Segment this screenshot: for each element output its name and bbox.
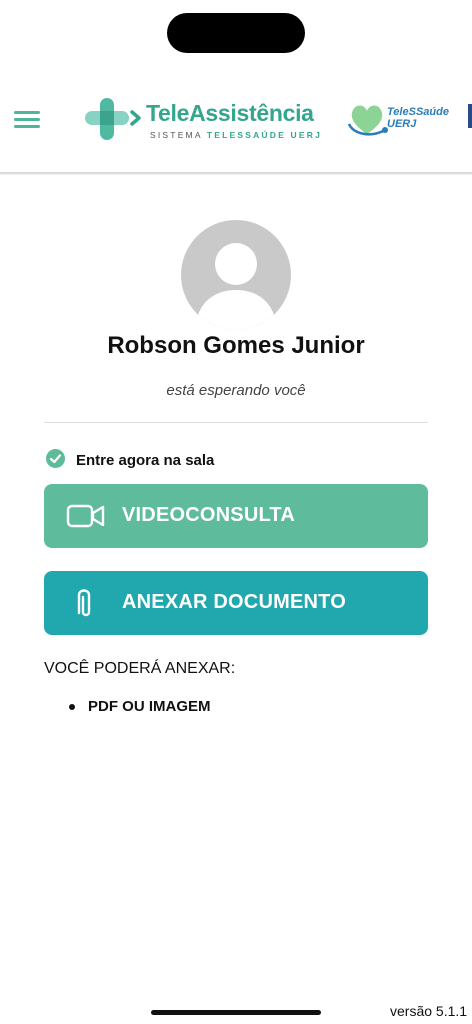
videoconsulta-label: VIDEOCONSULTA	[122, 504, 295, 526]
patient-name: Robson Gomes Junior	[107, 332, 365, 359]
partner-logo-line1: TeleSSaúde	[387, 106, 449, 118]
avatar	[181, 220, 291, 330]
waiting-status: está esperando você	[166, 382, 306, 399]
video-camera-icon	[66, 504, 105, 528]
home-indicator[interactable]	[151, 1010, 321, 1015]
hamburger-menu-icon[interactable]	[14, 109, 40, 129]
anexar-documento-button[interactable]: ANEXAR DOCUMENTO	[44, 571, 428, 635]
list-item: PDF OU IMAGEM	[88, 698, 211, 715]
paperclip-icon	[77, 589, 91, 617]
app-version: versão 5.1.1	[390, 1003, 468, 1019]
clipped-logo-edge	[468, 104, 472, 128]
section-divider	[44, 422, 428, 423]
medical-cross-icon	[85, 98, 141, 140]
attachments-title: VOCÊ PODERÁ ANEXAR:	[44, 660, 236, 677]
user-silhouette-icon	[195, 243, 277, 330]
partner-logo-line2: UERJ	[387, 118, 417, 130]
dynamic-island	[167, 13, 305, 53]
videoconsulta-button[interactable]: VIDEOCONSULTA	[44, 484, 428, 548]
logo-subtitle-highlight: TELESSAÚDE UERJ	[206, 130, 322, 140]
logo-subtitle: SISTEMA TELESSAÚDE UERJ	[150, 130, 322, 140]
telessaude-uerj-logo: TeleSSaúde UERJ	[345, 98, 455, 142]
logo-subtitle-prefix: SISTEMA	[150, 130, 203, 140]
check-circle-icon	[46, 449, 65, 468]
teleassistencia-logo: TeleAssistência SISTEMA TELESSAÚDE UERJ	[84, 96, 324, 144]
heart-stethoscope-icon	[347, 105, 388, 136]
logo-title: TeleAssistência	[146, 100, 314, 126]
anexar-documento-label: ANEXAR DOCUMENTO	[122, 591, 346, 613]
list-bullet	[69, 704, 75, 710]
header-divider	[0, 172, 472, 175]
room-status-text: Entre agora na sala	[76, 452, 215, 469]
